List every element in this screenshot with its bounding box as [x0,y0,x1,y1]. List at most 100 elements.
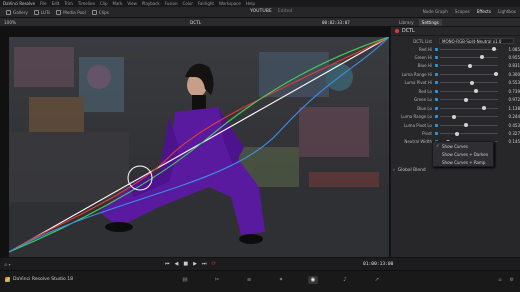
param-keyframe-icon[interactable] [435,55,438,59]
param-slider[interactable] [440,55,498,60]
menu-item-view[interactable]: View [127,1,137,6]
param-keyframe-icon[interactable] [435,64,438,68]
zoom-level[interactable]: 100% [4,20,16,25]
param-keyframe-icon[interactable] [435,81,438,85]
stop-icon[interactable]: ■ [183,261,188,267]
color-icon[interactable]: ◉ [308,276,318,284]
dctl-header[interactable]: DCTL [391,27,520,36]
reverse-play-icon[interactable]: ◀ [175,261,179,267]
param-value[interactable]: 0.739 [498,89,520,94]
param-slider[interactable] [440,47,498,51]
dctl-list-dropdown[interactable]: MONO-RGB-Split-Neutral v1.0 [439,38,514,44]
param-keyframe-icon[interactable] [435,132,438,135]
node-graph-button[interactable]: Node Graph [423,9,448,14]
param-value[interactable]: 1.138 [498,106,520,111]
effect-enabled-icon[interactable] [395,29,399,33]
param-value[interactable]: 0.244 [498,114,520,119]
home-icon[interactable]: ⌂ [498,277,501,283]
video-image [9,37,389,277]
menu-item-playback[interactable]: Playback [142,1,160,6]
param-value[interactable]: 0.553 [498,80,520,85]
menu-item-edit[interactable]: Edit [52,1,60,6]
luts-button[interactable]: LUTs [33,9,50,15]
param-keyframe-icon[interactable] [435,115,438,119]
slider-knob[interactable] [464,97,469,102]
global-blend-row[interactable]: › Global Blend [393,168,426,173]
menu-item-file[interactable]: File [40,1,47,6]
menu-item-fusion[interactable]: Fusion [165,1,178,6]
menu-item-timeline[interactable]: Timeline [78,1,95,6]
param-keyframe-icon[interactable] [435,123,438,127]
transport-controls: ⏮ ◀ ■ ▶ ⏭ ⟳ [165,261,216,267]
effects-button[interactable]: Effects [477,9,491,14]
param-row: Red Lo 0.739 [391,87,520,95]
slider-knob[interactable] [491,47,496,51]
menu-item-color[interactable]: Color [183,1,193,6]
param-value[interactable]: 0.972 [498,97,520,102]
loop-icon[interactable]: ⟳ [211,261,215,267]
param-keyframe-icon[interactable] [435,72,438,76]
menu-bar: DaVinci Resolve File Edit Trim Timeline … [0,0,520,7]
fairlight-icon[interactable]: ♪ [340,276,350,284]
param-slider[interactable] [440,80,498,85]
fusion-icon[interactable]: ✦ [276,276,286,284]
param-slider[interactable] [440,89,498,94]
dctl-title: DCTL [402,28,415,34]
media-icon[interactable]: ▤ [180,276,190,284]
param-keyframe-icon[interactable] [435,47,438,51]
slider-knob[interactable] [451,114,456,119]
param-value[interactable]: 1.085 [498,47,520,52]
slider-knob[interactable] [479,55,484,60]
param-keyframe-icon[interactable] [435,89,438,93]
param-value[interactable]: 0.145 [498,139,520,144]
slider-knob[interactable] [455,131,460,136]
param-value[interactable]: 0.955 [498,55,520,60]
param-value[interactable]: 0.453 [498,123,520,128]
media-pool-button[interactable]: Media Pool [56,9,86,15]
play-icon[interactable]: ▶ [193,261,197,267]
go-to-end-icon[interactable]: ⏭ [202,261,207,267]
param-slider[interactable] [440,72,499,77]
param-slider[interactable] [440,131,498,136]
param-slider[interactable] [440,63,498,68]
slider-knob[interactable] [482,106,487,111]
video-frame[interactable] [9,37,389,277]
param-slider[interactable] [440,123,498,128]
scopes-button[interactable]: Scopes [455,9,470,14]
menu-item-mark[interactable]: Mark [113,1,123,6]
check-icon: ✓ [436,143,440,148]
menu-show-curves-darken[interactable]: Show Curves + Darken [433,150,493,158]
menu-item-help[interactable]: Help [246,1,255,6]
viewer-options-icon[interactable]: ⊘ ▾ [4,262,11,267]
deliver-icon[interactable]: ➚ [372,276,382,284]
slider-knob[interactable] [469,80,474,85]
param-keyframe-icon[interactable] [435,106,438,110]
edit-icon[interactable]: ≡ [244,276,254,284]
param-value[interactable]: 0.831 [498,63,520,68]
menu-item-workspace[interactable]: Workspace [219,1,241,6]
settings-icon[interactable]: ⚙ [510,277,514,283]
tab-library[interactable]: Library [396,19,417,26]
menu-show-curves-ramp[interactable]: Show Curves + Ramp [433,158,493,166]
clips-button[interactable]: Clips [91,9,109,15]
slider-knob[interactable] [468,63,473,68]
param-value[interactable]: 0.300 [498,72,520,77]
menu-show-curves[interactable]: ✓ Show Curves [433,142,493,150]
lightbox-button[interactable]: Lightbox [498,9,516,14]
param-slider[interactable] [440,97,498,102]
param-label: Blue Hi [417,63,432,69]
toolbar: Gallery LUTs Media Pool Clips YOUTUBE Edi… [0,7,520,18]
menu-item-trim[interactable]: Trim [64,1,73,6]
slider-knob[interactable] [464,123,469,128]
go-to-start-icon[interactable]: ⏮ [165,261,170,267]
cut-icon[interactable]: ✂ [212,276,222,284]
gallery-button[interactable]: Gallery [6,9,28,15]
slider-knob[interactable] [473,89,478,94]
param-keyframe-icon[interactable] [435,98,438,102]
param-slider[interactable] [440,106,498,111]
menu-item-fairlight[interactable]: Fairlight [198,1,214,6]
param-value[interactable]: 0.327 [498,131,520,136]
menu-item-clip[interactable]: Clip [100,1,108,6]
tab-settings[interactable]: Settings [418,19,442,26]
param-slider[interactable] [440,114,498,119]
